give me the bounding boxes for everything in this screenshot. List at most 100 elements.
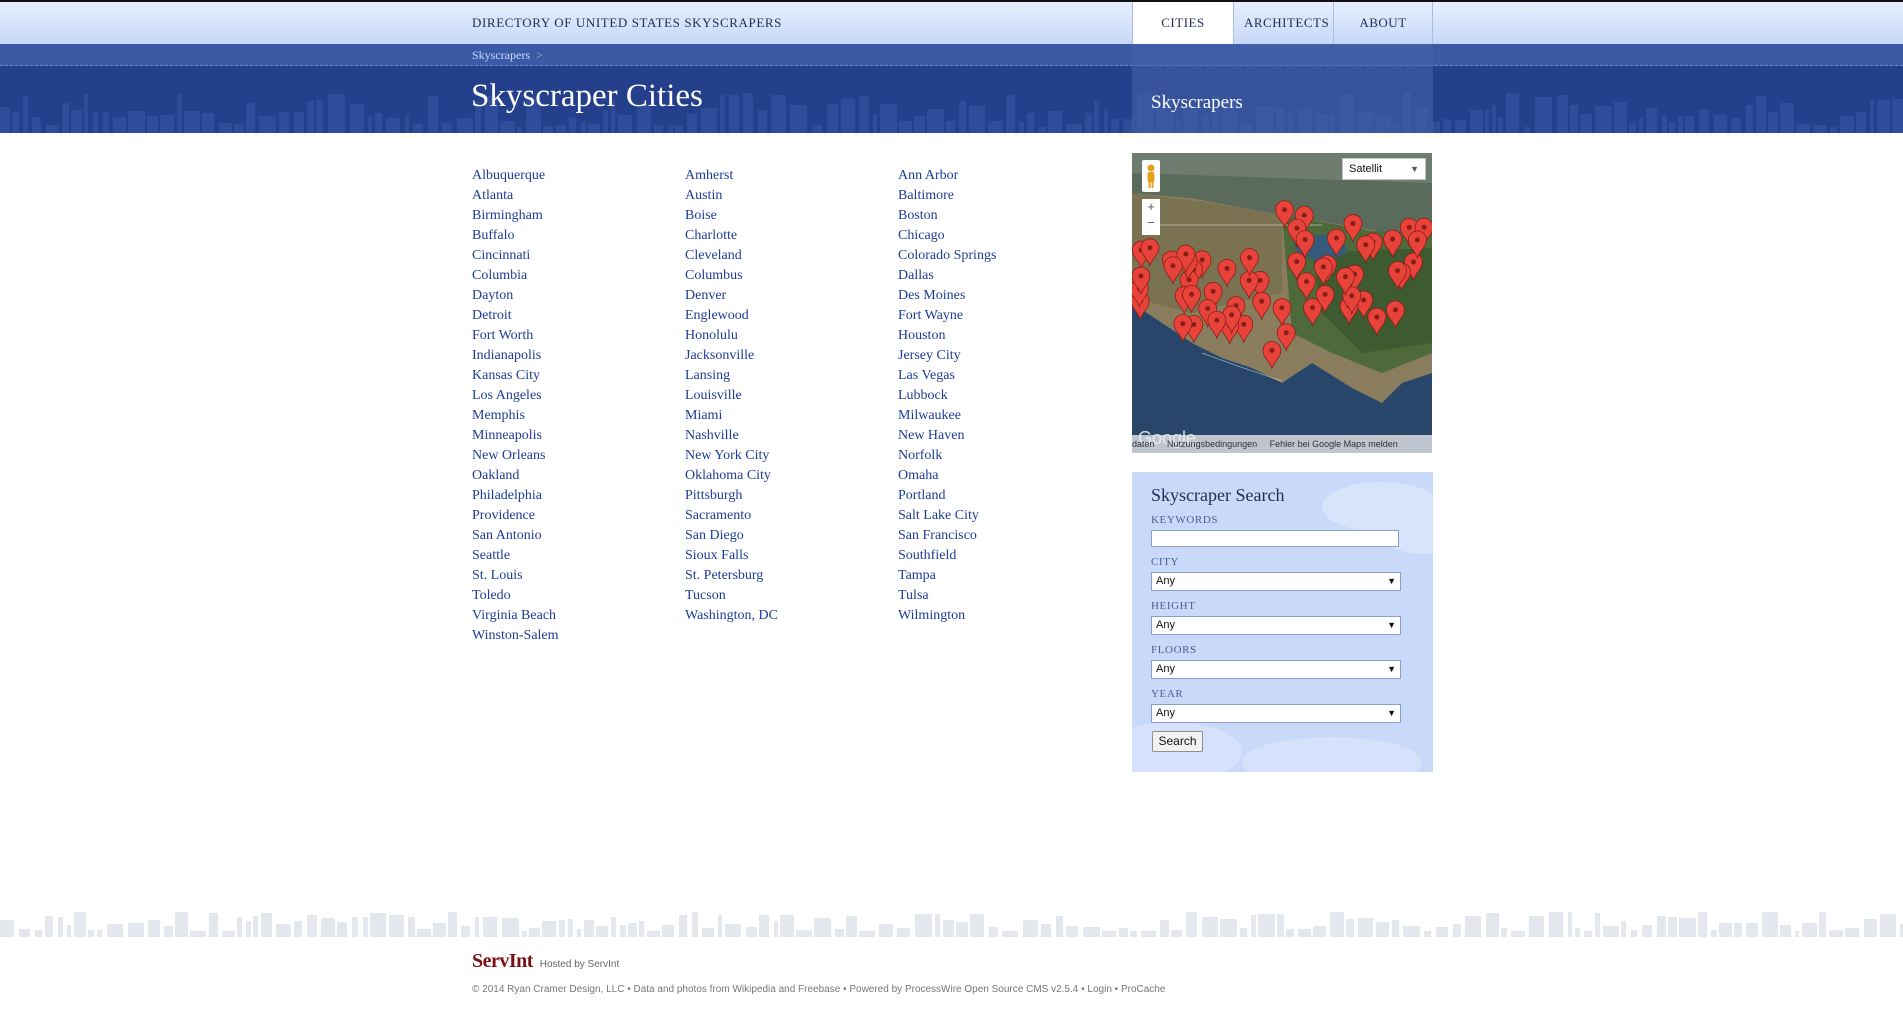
city-link[interactable]: Birmingham [472,206,682,226]
city-link[interactable]: Las Vegas [898,366,1108,386]
city-link[interactable]: Nashville [685,426,895,446]
city-link[interactable]: Fort Wayne [898,306,1108,326]
city-link[interactable]: Salt Lake City [898,506,1108,526]
city-link[interactable]: Portland [898,486,1108,506]
city-link[interactable]: Lubbock [898,386,1108,406]
city-link[interactable]: Detroit [472,306,682,326]
city-link[interactable]: Columbus [685,266,895,286]
city-link[interactable]: Baltimore [898,186,1108,206]
city-link[interactable]: Atlanta [472,186,682,206]
city-link[interactable]: Philadelphia [472,486,682,506]
servint-logo[interactable]: ServInt [472,950,533,972]
city-link[interactable]: Jersey City [898,346,1108,366]
city-link[interactable]: Houston [898,326,1108,346]
city-link[interactable]: Seattle [472,546,682,566]
search-button[interactable]: Search [1152,731,1203,752]
map-marker-dot [1199,257,1205,263]
city-link[interactable]: Austin [685,186,895,206]
city-link[interactable]: Chicago [898,226,1108,246]
city-link[interactable]: Washington, DC [685,606,895,626]
city-link[interactable]: San Antonio [472,526,682,546]
city-link[interactable]: Louisville [685,386,895,406]
processwire-link[interactable]: ProcessWire Open Source CMS v2.5.4 [905,984,1078,995]
map-widget[interactable]: + − Satellit ▼ Google daten Nutzungsbedi… [1132,153,1432,453]
nav-about[interactable]: ABOUT [1333,2,1433,44]
city-link[interactable]: Southfield [898,546,1108,566]
city-link[interactable]: Pittsburgh [685,486,895,506]
city-link[interactable]: Sacramento [685,506,895,526]
city-link[interactable]: Boston [898,206,1108,226]
city-link[interactable]: Colorado Springs [898,246,1108,266]
city-link[interactable]: New York City [685,446,895,466]
city-link[interactable]: St. Petersburg [685,566,895,586]
city-link[interactable]: Winston-Salem [472,626,682,646]
city-link[interactable]: Ann Arbor [898,166,1108,186]
map-type-selector[interactable]: Satellit ▼ [1342,158,1426,180]
city-link[interactable]: Providence [472,506,682,526]
city-link[interactable]: Cincinnati [472,246,682,266]
city-link[interactable]: Honolulu [685,326,895,346]
map-marker-dot [1147,245,1153,251]
map-footer-data[interactable]: daten [1132,439,1155,449]
city-link[interactable]: Englewood [685,306,895,326]
map-footer-terms[interactable]: Nutzungsbedingungen [1167,439,1257,449]
header-band: Skyscraper Cities [0,66,1903,133]
city-link[interactable]: Oklahoma City [685,466,895,486]
keywords-input[interactable] [1151,530,1399,547]
city-link[interactable]: San Diego [685,526,895,546]
map-terrain[interactable] [1132,153,1432,453]
city-link[interactable]: Sioux Falls [685,546,895,566]
city-link[interactable]: Kansas City [472,366,682,386]
city-link[interactable]: Dallas [898,266,1108,286]
city-link[interactable]: Memphis [472,406,682,426]
map-marker-dot [1350,221,1356,227]
servint-link[interactable]: ServInt [588,959,620,970]
city-link[interactable]: St. Louis [472,566,682,586]
city-link[interactable]: New Orleans [472,446,682,466]
nav-cities[interactable]: CITIES [1132,2,1233,44]
city-link[interactable]: Denver [685,286,895,306]
city-link[interactable]: Indianapolis [472,346,682,366]
login-link[interactable]: Login [1087,984,1111,995]
map-marker-dot [1390,236,1396,242]
nav-architects[interactable]: ARCHITECTS [1233,2,1333,44]
city-link[interactable]: Columbia [472,266,682,286]
street-view-pegman-icon[interactable] [1142,160,1160,192]
city-link[interactable]: Albuquerque [472,166,682,186]
site-title[interactable]: DIRECTORY OF UNITED STATES SKYSCRAPERS [472,15,782,31]
city-link[interactable]: Jacksonville [685,346,895,366]
city-link[interactable]: Cleveland [685,246,895,266]
city-link[interactable]: Los Angeles [472,386,682,406]
city-link[interactable]: Tampa [898,566,1108,586]
city-link[interactable]: Buffalo [472,226,682,246]
city-link[interactable]: Boise [685,206,895,226]
map-marker-dot [1241,321,1247,327]
city-link[interactable]: Des Moines [898,286,1108,306]
city-link[interactable]: Omaha [898,466,1108,486]
city-link[interactable]: Milwaukee [898,406,1108,426]
floors-select[interactable]: Any ▼ [1151,660,1401,679]
city-link[interactable]: Minneapolis [472,426,682,446]
city-link[interactable]: Oakland [472,466,682,486]
city-link[interactable]: Lansing [685,366,895,386]
zoom-out-button[interactable]: − [1142,215,1160,231]
city-link[interactable]: Toledo [472,586,682,606]
city-link[interactable]: Virginia Beach [472,606,682,626]
city-link[interactable]: New Haven [898,426,1108,446]
city-link[interactable]: Dayton [472,286,682,306]
city-link[interactable]: Miami [685,406,895,426]
city-link[interactable]: Fort Worth [472,326,682,346]
zoom-in-button[interactable]: + [1142,199,1160,215]
city-link[interactable]: Wilmington [898,606,1108,626]
city-link[interactable]: Amherst [685,166,895,186]
city-link[interactable]: Tucson [685,586,895,606]
city-link[interactable]: Tulsa [898,586,1108,606]
city-link[interactable]: Charlotte [685,226,895,246]
breadcrumb-skyscrapers[interactable]: Skyscrapers [472,48,530,62]
year-select[interactable]: Any ▼ [1151,704,1401,723]
height-select[interactable]: Any ▼ [1151,616,1401,635]
city-link[interactable]: Norfolk [898,446,1108,466]
map-footer-report[interactable]: Fehler bei Google Maps melden [1270,439,1398,449]
city-select[interactable]: Any ▼ [1151,572,1401,591]
city-link[interactable]: San Francisco [898,526,1108,546]
